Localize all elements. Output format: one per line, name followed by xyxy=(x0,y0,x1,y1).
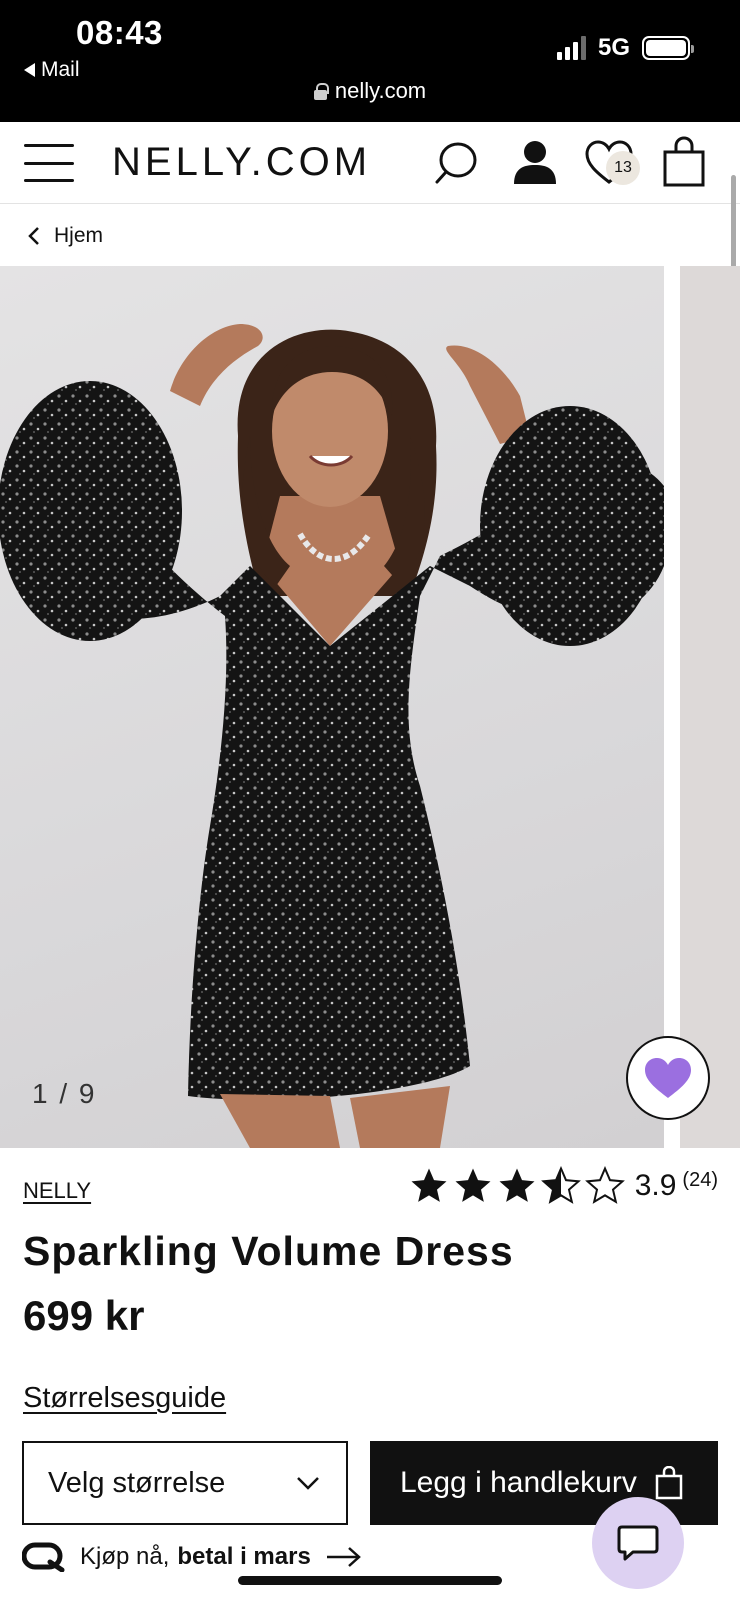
pay-later-emphasis: betal i mars xyxy=(177,1543,311,1570)
back-triangle-icon xyxy=(24,63,35,77)
next-product-image-peek[interactable] xyxy=(680,266,740,1148)
size-guide-link[interactable]: Størrelsesguide xyxy=(23,1382,226,1415)
product-gallery[interactable]: 1 / 9 xyxy=(0,266,740,1148)
battery-icon xyxy=(642,36,694,60)
product-rating[interactable]: 3.9 (24) xyxy=(409,1166,718,1206)
product-title: Sparkling Volume Dress xyxy=(23,1228,514,1274)
breadcrumb-home-label: Hjem xyxy=(54,224,104,247)
chevron-left-icon xyxy=(28,227,39,245)
site-logo[interactable]: NELLY.COM xyxy=(112,140,371,185)
pay-later-info[interactable]: Kjøp nå, betal i mars xyxy=(22,1542,363,1572)
status-time: 08:43 xyxy=(76,14,163,51)
hamburger-menu-icon[interactable] xyxy=(24,144,74,182)
star-full-icon xyxy=(411,1168,447,1202)
heart-filled-icon xyxy=(645,1058,691,1098)
rating-count: (24) xyxy=(682,1168,718,1191)
wishlist-count-badge: 13 xyxy=(606,151,640,185)
status-bar: 08:43 Mail 5G nelly.com xyxy=(0,0,740,122)
star-full-icon xyxy=(455,1168,491,1202)
klarna-logo-icon xyxy=(22,1542,65,1572)
chat-bubble-icon xyxy=(617,1525,659,1561)
star-full-icon xyxy=(499,1168,535,1202)
gallery-counter: 1 / 9 xyxy=(32,1078,97,1109)
chat-button[interactable] xyxy=(592,1497,684,1589)
rating-value: 3.9 xyxy=(634,1169,677,1202)
breadcrumb[interactable]: Hjem xyxy=(26,218,103,254)
shopping-bag-icon[interactable] xyxy=(662,136,706,188)
signal-icon xyxy=(556,36,586,60)
address-bar[interactable]: nelly.com xyxy=(0,78,740,104)
add-to-wishlist-button[interactable] xyxy=(626,1036,710,1120)
product-image[interactable] xyxy=(0,266,664,1148)
network-type: 5G xyxy=(597,34,630,61)
chevron-down-icon xyxy=(297,1477,319,1490)
home-indicator[interactable] xyxy=(238,1576,502,1585)
lock-icon xyxy=(313,82,329,100)
search-icon[interactable] xyxy=(432,138,482,188)
star-half-icon xyxy=(540,1166,581,1204)
product-photo-illustration xyxy=(0,324,664,1148)
product-brand-link[interactable]: NELLY xyxy=(23,1178,91,1204)
shopping-bag-icon xyxy=(655,1466,683,1500)
size-select-label: Velg størrelse xyxy=(48,1466,226,1499)
size-select-dropdown[interactable]: Velg størrelse xyxy=(22,1441,348,1525)
status-indicators: 5G xyxy=(556,34,694,62)
product-price: 699 kr xyxy=(23,1292,145,1339)
site-header: NELLY.COM 13 xyxy=(0,122,740,204)
pay-later-prefix: Kjøp nå, xyxy=(80,1543,170,1570)
arrow-right-icon xyxy=(326,1547,361,1567)
url-text: nelly.com xyxy=(334,78,427,103)
star-empty-icon xyxy=(584,1166,625,1204)
add-to-cart-label: Legg i handlekurv xyxy=(400,1466,637,1499)
account-icon[interactable] xyxy=(510,138,560,188)
